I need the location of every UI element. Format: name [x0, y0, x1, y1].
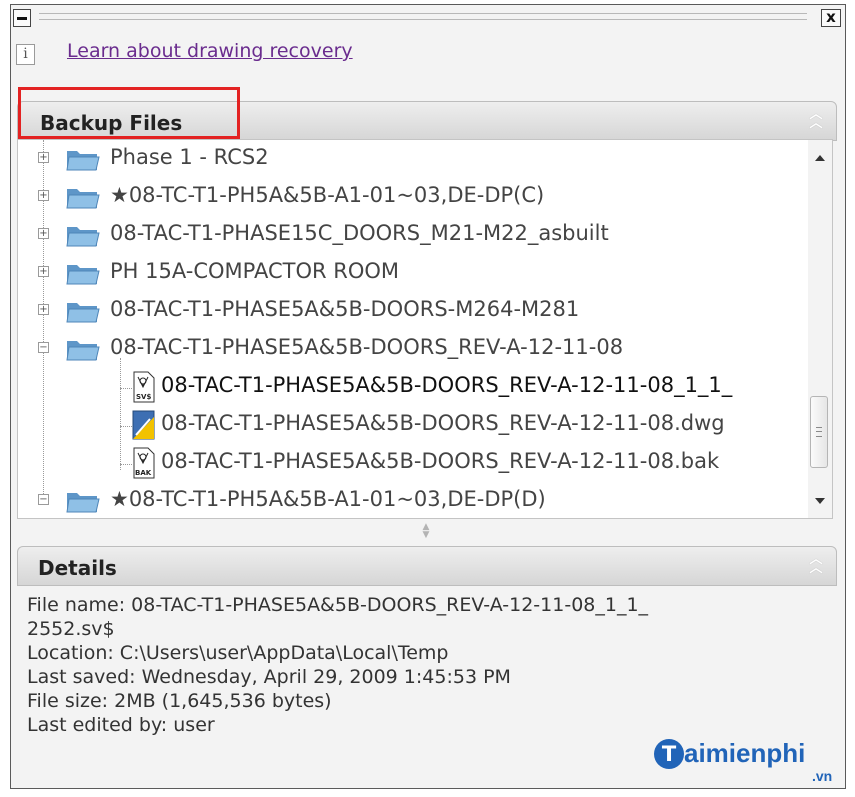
- tree-folder-label: ★08-TC-T1-PH5A&5B-A1-01~03,DE-DP(C): [110, 183, 545, 207]
- collapse-node-icon[interactable]: −: [38, 342, 49, 353]
- highlight-box: [18, 87, 240, 139]
- detail-file-name: File name: 08-TAC-T1-PHASE5A&5B-DOORS_RE…: [27, 594, 649, 616]
- svg-text:SV$: SV$: [136, 393, 151, 401]
- expand-icon[interactable]: +: [38, 228, 49, 239]
- backup-files-tree[interactable]: + Phase 1 - RCS2 + ★08-TC-T1-PH5A&5B-A1-…: [17, 139, 833, 519]
- detail-last-edited: Last edited by: user: [27, 714, 215, 736]
- expand-icon[interactable]: +: [38, 190, 49, 201]
- splitter-grip-icon[interactable]: ▲ ▼: [416, 523, 436, 543]
- collapse-node-icon[interactable]: −: [38, 494, 49, 505]
- info-icon: i: [16, 44, 35, 65]
- details-header[interactable]: Details ︿ ︿: [17, 546, 837, 586]
- tree-connector: [120, 358, 121, 470]
- folder-icon: [66, 493, 100, 513]
- details-body: File name: 08-TAC-T1-PHASE5A&5B-DOORS_RE…: [27, 593, 648, 737]
- bak-file-icon: BAK: [133, 447, 155, 479]
- tree-folder-label: Phase 1 - RCS2: [110, 145, 269, 169]
- collapse-icon[interactable]: ︿ ︿: [806, 553, 826, 575]
- folder-icon: [66, 303, 100, 323]
- close-icon[interactable]: x: [821, 9, 841, 27]
- watermark-logo: Taimienphi .vn: [654, 738, 832, 784]
- palette-titlebar[interactable]: x: [11, 5, 845, 35]
- expand-icon[interactable]: +: [38, 152, 49, 163]
- expand-icon[interactable]: +: [38, 266, 49, 277]
- folder-icon: [66, 265, 100, 285]
- tree-folder-label: 08-TAC-T1-PHASE15C_DOORS_M21-M22_asbuilt: [110, 221, 609, 245]
- watermark-text: aimienphi: [684, 738, 806, 768]
- folder-open-icon: [66, 341, 100, 361]
- tree-scrollbar[interactable]: [808, 140, 832, 518]
- watermark-logo-icon: T: [654, 738, 684, 769]
- collapse-icon[interactable]: ︿ ︿: [806, 108, 826, 130]
- svg-text:BAK: BAK: [135, 469, 152, 477]
- tree-file-label: 08-TAC-T1-PHASE5A&5B-DOORS_REV-A-12-11-0…: [161, 373, 733, 397]
- tree-folder-label: ★08-TC-T1-PH5A&5B-A1-01~03,DE-DP(D): [110, 487, 546, 511]
- watermark-sub: .vn: [812, 768, 833, 784]
- minimize-icon[interactable]: [13, 9, 31, 27]
- scroll-down-arrow-icon[interactable]: [815, 498, 825, 504]
- dwg-file-icon: [132, 410, 155, 440]
- scroll-up-arrow-icon[interactable]: [815, 155, 825, 161]
- tree-file-label: 08-TAC-T1-PHASE5A&5B-DOORS_REV-A-12-11-0…: [161, 411, 725, 435]
- detail-file-name-cont: 2552.sv$: [27, 618, 115, 640]
- expand-icon[interactable]: +: [38, 304, 49, 315]
- drawing-recovery-panel: x i Learn about drawing recovery Backup …: [10, 4, 846, 789]
- details-title: Details: [38, 556, 117, 580]
- detail-file-size: File size: 2MB (1,645,536 bytes): [27, 690, 332, 712]
- tree-folder-label: PH 15A-COMPACTOR ROOM: [110, 259, 400, 283]
- folder-icon: [66, 227, 100, 247]
- scroll-thumb[interactable]: [810, 396, 828, 468]
- learn-recovery-link[interactable]: Learn about drawing recovery: [67, 40, 353, 62]
- folder-icon: [66, 151, 100, 171]
- detail-location: Location: C:\Users\user\AppData\Local\Te…: [27, 642, 449, 664]
- sv-file-icon: SV$: [133, 371, 155, 403]
- tree-file-label: 08-TAC-T1-PHASE5A&5B-DOORS_REV-A-12-11-0…: [161, 449, 720, 473]
- detail-last-saved: Last saved: Wednesday, April 29, 2009 1:…: [27, 666, 511, 688]
- titlebar-grip[interactable]: [39, 13, 807, 20]
- tree-folder-label: 08-TAC-T1-PHASE5A&5B-DOORS_REV-A-12-11-0…: [110, 335, 624, 359]
- tree-folder-label: 08-TAC-T1-PHASE5A&5B-DOORS-M264-M281: [110, 297, 580, 321]
- folder-icon: [66, 189, 100, 209]
